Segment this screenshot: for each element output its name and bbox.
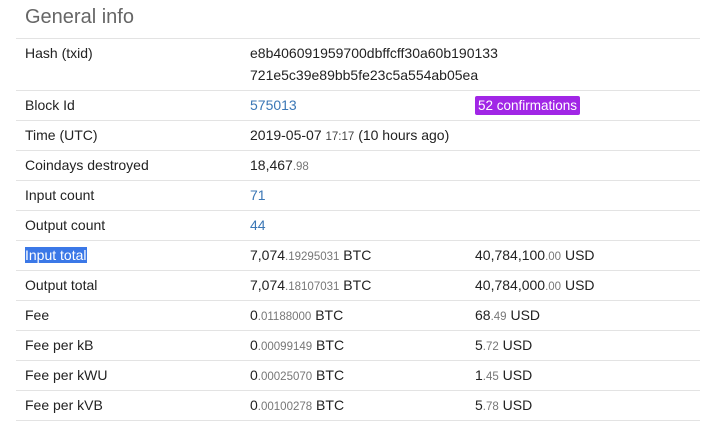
output-total-btc-unit: BTC: [339, 277, 372, 293]
fee-kwu-usd-int: 1: [475, 367, 483, 383]
fee-usd: 68.49 USD: [475, 307, 540, 323]
fee-kwu-btc-unit: BTC: [312, 367, 345, 383]
output-total-label: Output total: [25, 277, 98, 293]
input-count-link[interactable]: 71: [250, 187, 266, 203]
general-info-table: Hash (txid) e8b406091959700dbffcff30a60b…: [16, 38, 700, 421]
fee-usd-int: 68: [475, 307, 491, 323]
fee-kvb-btc-frac: .00100278: [257, 401, 313, 413]
fee-usd-frac: .49: [490, 311, 507, 323]
row-input-total: Input total 7,074.19295031 BTC 40,784,10…: [16, 241, 700, 271]
fee-kvb-usd: 5.78 USD: [475, 397, 532, 413]
fee-kwu-usd: 1.45 USD: [475, 367, 532, 383]
fee-kb-btc-frac: .00099149: [257, 341, 313, 353]
output-count-link[interactable]: 44: [250, 217, 266, 233]
row-block-id: Block Id 575013 52 confirmations: [16, 91, 700, 121]
section-title: General info: [25, 6, 134, 28]
fee-btc: 0.01188000 BTC: [250, 307, 343, 323]
fee-kwu-btc-frac: .00025070: [257, 371, 313, 383]
input-total-usd: 40,784,100.00 USD: [475, 247, 595, 263]
time-ago: (10 hours ago): [358, 127, 450, 143]
coindays-value: 18,467.98: [250, 157, 309, 173]
output-total-btc-int: 7,074: [250, 277, 286, 293]
block-id-label: Block Id: [25, 97, 75, 113]
fee-kb-label: Fee per kB: [25, 337, 94, 353]
row-fee-per-kb: Fee per kB 0.00099149 BTC 5.72 USD: [16, 331, 700, 361]
row-output-count: Output count 44: [16, 211, 700, 241]
output-total-usd-frac: .00: [545, 281, 562, 293]
fee-kvb-usd-unit: USD: [498, 397, 533, 413]
hash-value[interactable]: e8b406091959700dbffcff30a60b190133 721e5…: [250, 42, 498, 86]
time-label: Time (UTC): [25, 127, 98, 143]
fee-btc-int: 0: [250, 307, 258, 323]
output-count-label: Output count: [25, 217, 106, 233]
fee-kb-usd-int: 5: [475, 337, 483, 353]
fee-kvb-usd-int: 5: [475, 397, 483, 413]
fee-kb-usd-unit: USD: [498, 337, 533, 353]
fee-kvb-btc: 0.00100278 BTC: [250, 397, 344, 413]
input-total-btc-unit: BTC: [339, 247, 372, 263]
row-time: Time (UTC) 2019-05-07 17:17 (10 hours ag…: [16, 121, 700, 151]
fee-kb-usd: 5.72 USD: [475, 337, 532, 353]
output-total-usd: 40,784,000.00 USD: [475, 277, 595, 293]
hash-line-1: e8b406091959700dbffcff30a60b190133: [250, 45, 498, 61]
time-clock: 17:17: [325, 131, 355, 143]
row-hash: Hash (txid) e8b406091959700dbffcff30a60b…: [16, 39, 700, 91]
input-total-btc-frac: .19295031: [285, 251, 340, 263]
fee-kvb-btc-unit: BTC: [312, 397, 345, 413]
hash-line-2: 721e5c39e89bb5fe23c5a554ab05ea: [250, 67, 479, 83]
input-total-btc-int: 7,074: [250, 247, 286, 263]
row-input-count: Input count 71: [16, 181, 700, 211]
fee-kvb-btc-int: 0: [250, 397, 258, 413]
time-value: 2019-05-07 17:17 (10 hours ago): [250, 127, 449, 143]
output-total-btc: 7,074.18107031 BTC: [250, 277, 371, 293]
fee-kvb-label: Fee per kVB: [25, 397, 103, 413]
fee-kwu-usd-frac: .45: [482, 371, 499, 383]
fee-btc-frac: .01188000: [257, 311, 312, 323]
time-date: 2019-05-07: [250, 127, 322, 143]
output-total-usd-int: 40,784,000: [475, 277, 546, 293]
fee-kb-btc-int: 0: [250, 337, 258, 353]
fee-kvb-usd-frac: .78: [482, 401, 499, 413]
fee-label: Fee: [25, 307, 50, 323]
input-total-label: Input total: [25, 247, 87, 263]
output-total-btc-frac: .18107031: [285, 281, 340, 293]
fee-kb-usd-frac: .72: [482, 341, 499, 353]
hash-label: Hash (txid): [25, 45, 93, 61]
fee-btc-unit: BTC: [311, 307, 344, 323]
coindays-frac: .98: [292, 161, 309, 173]
input-count-label: Input count: [25, 187, 95, 203]
row-output-total: Output total 7,074.18107031 BTC 40,784,0…: [16, 271, 700, 301]
input-total-btc: 7,074.19295031 BTC: [250, 247, 371, 263]
fee-kb-btc: 0.00099149 BTC: [250, 337, 344, 353]
fee-kwu-btc: 0.00025070 BTC: [250, 367, 344, 383]
output-total-usd-unit: USD: [561, 277, 595, 293]
coindays-label: Coindays destroyed: [25, 157, 149, 173]
fee-kb-btc-unit: BTC: [312, 337, 345, 353]
row-fee-per-kvb: Fee per kVB 0.00100278 BTC 5.78 USD: [16, 391, 700, 421]
row-fee: Fee 0.01188000 BTC 68.49 USD: [16, 301, 700, 331]
input-total-usd-frac: .00: [545, 251, 562, 263]
row-coindays: Coindays destroyed 18,467.98: [16, 151, 700, 181]
confirmations-badge: 52 confirmations: [475, 96, 581, 115]
coindays-int: 18,467: [250, 157, 293, 173]
fee-kwu-usd-unit: USD: [498, 367, 533, 383]
fee-kwu-btc-int: 0: [250, 367, 258, 383]
input-total-usd-int: 40,784,100: [475, 247, 546, 263]
row-fee-per-kwu: Fee per kWU 0.00025070 BTC 1.45 USD: [16, 361, 700, 391]
fee-usd-unit: USD: [506, 307, 541, 323]
input-total-usd-unit: USD: [561, 247, 595, 263]
fee-kwu-label: Fee per kWU: [25, 367, 108, 383]
block-id-link[interactable]: 575013: [250, 97, 297, 113]
